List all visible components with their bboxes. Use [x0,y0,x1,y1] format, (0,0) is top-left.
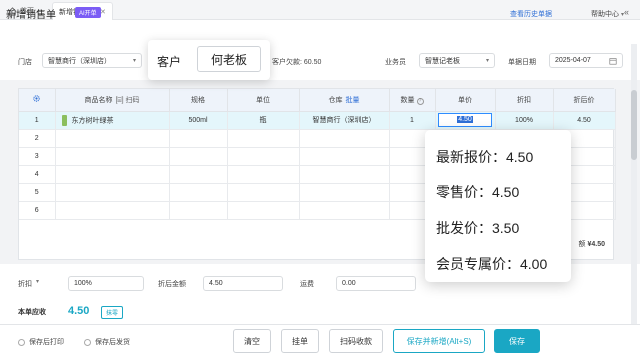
row-number: 4 [19,165,56,184]
header-unit: 单位 [227,89,300,112]
latest-quote: 最新报价：4.50 [436,149,534,165]
ai-order-badge[interactable]: AI开单 [75,7,101,18]
header-discounted-price: 折后价 [553,89,616,112]
wholesale-price: 批发价：3.50 [436,220,520,236]
scrollbar-thumb[interactable] [631,90,637,160]
header-price: 单价 [435,89,496,112]
checkbox[interactable] [84,338,91,346]
salesperson-value: 智慧记老板 [425,57,460,65]
price-cell[interactable]: 4.50 [435,111,496,130]
save-button[interactable]: 保存 [494,329,540,353]
table-row[interactable]: 1 东方树叶绿茶 500ml 瓶 智慧商行（深圳店） 1 4.50 100% 4… [19,111,616,130]
after-discount-label: 折后金额 [158,281,186,288]
print-after-save-checkbox[interactable]: 保存后打印 [18,337,64,347]
freight-label: 运费 [300,281,314,288]
checkbox[interactable] [18,338,25,346]
ship-after-save-label: 保存后发货 [95,339,130,346]
row-number: 2 [19,129,56,148]
help-icon[interactable]: ? [416,97,424,105]
gear-icon [33,95,40,102]
column-settings[interactable] [19,89,56,112]
unit-cell[interactable]: 瓶 [227,111,300,130]
customer-arrears: 客户欠款: 60.50 [272,59,322,66]
header-name-label: 商品名称 [84,96,113,104]
round-off-button[interactable]: 抹零 [101,306,124,319]
header-qty: 数量? [389,89,436,112]
warehouse-cell[interactable]: 智慧商行（深圳店） [299,111,390,130]
customer-label: 客户 [157,55,182,69]
history-orders-link[interactable]: 查看历史单据 [510,9,552,19]
row-number: 1 [19,111,56,130]
ship-after-save-checkbox[interactable]: 保存后发货 [84,337,130,347]
discount-input[interactable]: 100% [68,276,144,291]
date-label: 单据日期 [508,59,536,66]
total-value: ¥4.50 [587,241,605,248]
scan-pay-button[interactable]: 扫码收款 [329,329,383,353]
store-label: 门店 [18,59,32,66]
store-select[interactable]: 智慧商行（深圳店） ▾ [42,53,142,68]
date-picker[interactable]: 2025-04-07 [549,53,623,68]
total-label: 额 [578,241,586,248]
chevron-down-icon: ▾ [132,58,136,64]
row-number: 5 [19,183,56,202]
product-name: 东方树叶绿茶 [71,116,114,124]
table-header-row: 商品名称 [⌸] 扫码 规格 单位 仓库 批量 数量? 单价 折扣 折后价 [19,89,616,112]
price-value: 4.50 [457,116,473,123]
calendar-icon [609,58,617,65]
clear-button[interactable]: 清空 [233,329,271,353]
save-and-new-button[interactable]: 保存并新增(Alt+S) [393,329,485,353]
scrollbar-track[interactable] [631,44,637,324]
page-title: 新增销售单 [6,10,56,21]
qty-cell[interactable]: 1 [389,111,436,130]
freight-input[interactable]: 0.00 [336,276,416,291]
price-input[interactable]: 4.50 [438,113,492,127]
discounted-price-cell: 4.50 [553,111,616,130]
scan-label: 扫码 [125,96,140,104]
product-thumbnail [61,114,67,126]
discount-cell[interactable]: 100% [495,111,554,130]
receivable-label: 本单应收 [18,309,46,316]
total-amount: 额 ¥4.50 [579,239,605,249]
salesperson-label: 业务员 [385,59,406,66]
store-value: 智慧商行（深圳店） [48,57,111,65]
help-center[interactable]: 帮助中心 ▾ [591,9,624,19]
collapse-icon[interactable]: « [624,7,629,17]
row-number: 3 [19,147,56,166]
header-warehouse: 仓库 批量 [299,89,390,112]
hold-button[interactable]: 挂单 [281,329,319,353]
after-discount-input[interactable]: 4.50 [203,276,283,291]
member-price: 会员专属价：4.00 [436,256,548,272]
spec-cell: 500ml [169,111,228,130]
product-name-cell[interactable]: 东方树叶绿茶 [55,111,170,130]
row-number: 6 [19,201,56,220]
chevron-down-icon: ▾ [485,58,489,64]
page-header [0,20,640,44]
header-discount: 折扣 [495,89,554,112]
close-icon[interactable]: ✕ [100,8,106,16]
date-value: 2025-04-07 [555,57,591,64]
scan-code-button[interactable]: [⌸] 扫码 [115,97,139,104]
help-label: 帮助中心 [591,11,619,18]
header-product-name: 商品名称 [⌸] 扫码 [55,89,170,112]
print-after-save-label: 保存后打印 [29,339,64,346]
batch-link[interactable]: 批量 [346,97,360,104]
header-spec: 规格 [169,89,228,112]
discount-label: 折扣 [18,281,32,288]
customer-select[interactable]: 何老板 [197,46,261,72]
receivable-value: 4.50 [68,305,90,317]
header-warehouse-label: 仓库 [328,96,343,104]
retail-price: 零售价：4.50 [436,184,520,200]
header-qty-label: 数量 [400,96,415,104]
salesperson-select[interactable]: 智慧记老板 ▾ [419,53,495,68]
chevron-down-icon: ▾ [36,279,40,285]
